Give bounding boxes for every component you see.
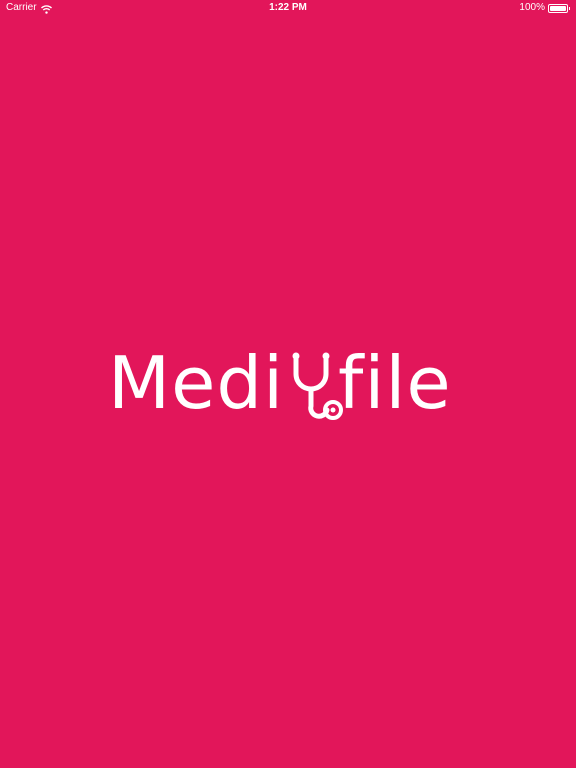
status-time: 1:22 PM: [269, 2, 307, 13]
logo-text-left: Medi: [108, 341, 285, 425]
app-logo: Medi file: [108, 340, 468, 426]
battery-percent: 100%: [519, 2, 545, 13]
logo-text-right: file: [338, 341, 452, 425]
status-bar: Carrier 1:22 PM 100%: [0, 0, 576, 16]
battery-icon: [548, 3, 570, 13]
stethoscope-icon: [286, 348, 346, 426]
status-right: 100%: [519, 0, 570, 16]
